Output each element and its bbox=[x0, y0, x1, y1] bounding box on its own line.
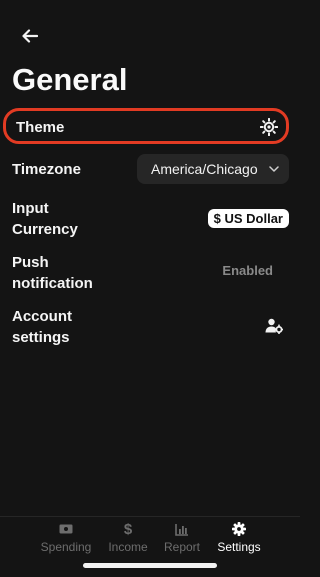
banknote-icon bbox=[59, 524, 73, 534]
tab-income[interactable]: $ Income bbox=[98, 520, 158, 555]
timezone-select[interactable]: America/Chicago bbox=[137, 154, 289, 184]
timezone-value: America/Chicago bbox=[151, 161, 258, 177]
tab-spending-label: Spending bbox=[40, 540, 92, 554]
tab-settings-label: Settings bbox=[217, 540, 261, 554]
tab-report-label: Report bbox=[163, 540, 201, 554]
tab-spending[interactable]: Spending bbox=[36, 521, 96, 554]
push-notification-label: Push notification bbox=[12, 254, 93, 292]
input-currency-label: Input Currency bbox=[12, 200, 78, 238]
tab-report[interactable]: Report bbox=[152, 521, 212, 554]
user-gear-icon[interactable] bbox=[265, 318, 283, 334]
theme-row[interactable]: Theme bbox=[3, 108, 289, 144]
page-title: General bbox=[12, 62, 128, 97]
currency-selector[interactable]: $ US Dollar bbox=[207, 209, 289, 228]
timezone-label: Timezone bbox=[12, 161, 81, 178]
dollar-icon: $ bbox=[123, 520, 133, 538]
arrow-left-icon bbox=[22, 29, 38, 43]
tab-settings[interactable]: Settings bbox=[209, 521, 269, 554]
tab-income-label: Income bbox=[108, 540, 148, 554]
back-button[interactable] bbox=[18, 26, 42, 46]
gear-icon bbox=[232, 522, 246, 536]
bar-chart-icon bbox=[175, 523, 188, 536]
chevron-down-icon bbox=[269, 166, 279, 172]
home-indicator bbox=[83, 563, 217, 568]
push-notification-toggle[interactable]: Enabled bbox=[222, 263, 273, 278]
sun-icon[interactable] bbox=[260, 118, 278, 136]
theme-label: Theme bbox=[16, 119, 65, 136]
account-settings-label: Account settings bbox=[12, 308, 72, 346]
